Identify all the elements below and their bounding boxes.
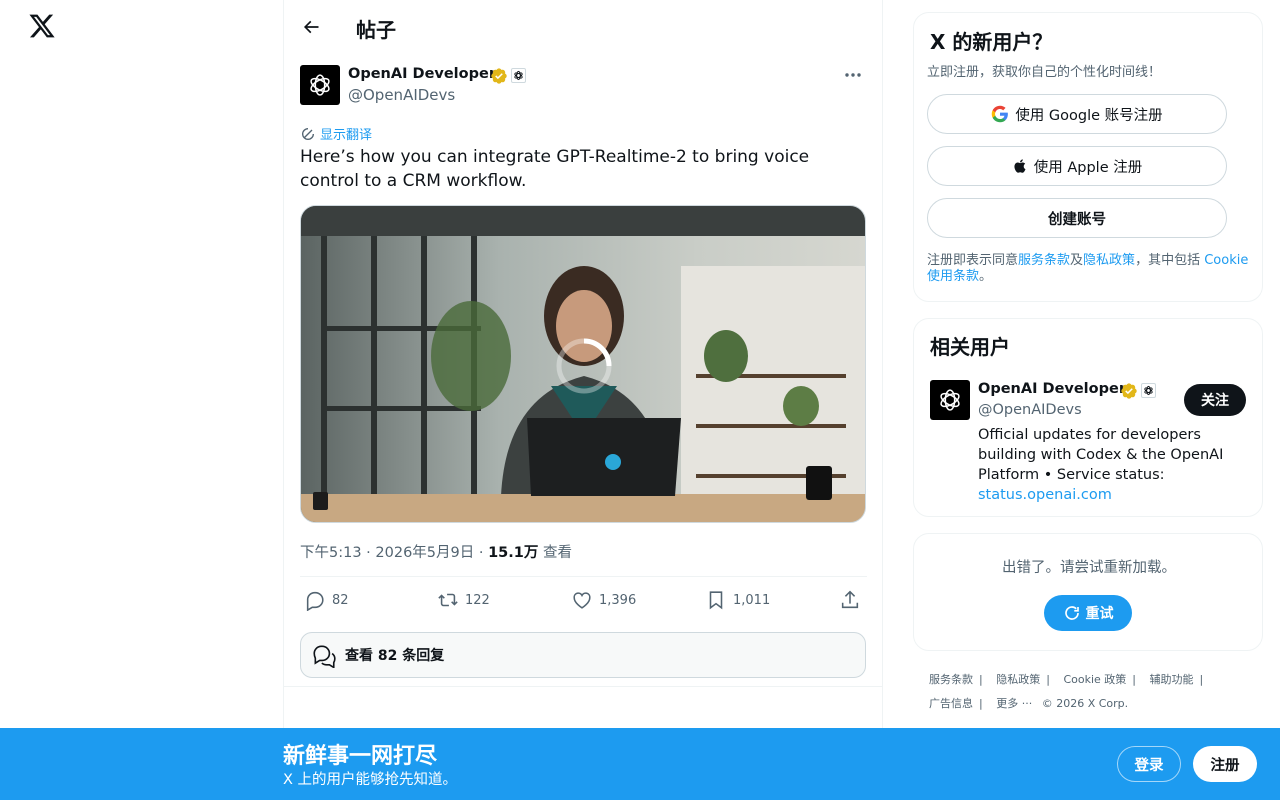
retry-label: 重试	[1085, 606, 1114, 622]
verified-badge-icon	[1120, 382, 1138, 404]
repost-button[interactable]: 122	[437, 589, 490, 611]
translate-label: 显示翻译	[320, 128, 373, 143]
google-signup-button[interactable]: 使用 Google 账号注册	[927, 94, 1227, 134]
terms-end: 。	[979, 269, 993, 284]
reply-count: 82	[332, 592, 349, 608]
footer-links: 服务条款 | 隐私政策 | Cookie 政策 | 辅助功能 | 广告信息 | 更多 ··…	[929, 673, 1204, 710]
login-button[interactable]: 登录	[1117, 746, 1181, 782]
signup-card: X 的新用户？ 立即注册，获取你自己的个性化时间线！ 使用 Google 账号注…	[913, 12, 1263, 302]
avatar[interactable]	[930, 380, 970, 420]
video-player[interactable]	[300, 205, 866, 523]
author-handle[interactable]: @OpenAIDevs	[348, 86, 455, 104]
google-signup-label: 使用 Google 账号注册	[1015, 107, 1163, 124]
signup-title: X 的新用户？	[930, 30, 1053, 54]
author-name[interactable]: OpenAI Developers	[348, 66, 505, 82]
footer-link-terms[interactable]: 服务条款	[929, 673, 973, 686]
page-title: 帖子	[356, 18, 396, 42]
google-icon	[992, 105, 1009, 123]
bottom-bar-subtitle: X 上的用户能够抢先知道。	[283, 772, 458, 788]
repost-icon	[438, 593, 458, 607]
post-time[interactable]: 下午5:13 · 2026年5月9日 ·	[300, 545, 488, 561]
share-button[interactable]	[839, 589, 861, 611]
related-user-handle[interactable]: @OpenAIDevs	[978, 402, 1082, 418]
action-bar: 82 122 1,396 1,011	[300, 585, 867, 617]
translate-link[interactable]: 显示翻译	[300, 124, 372, 143]
repost-count: 122	[465, 592, 490, 608]
more-options-icon[interactable]	[839, 65, 867, 85]
retry-button[interactable]: 重试	[1044, 595, 1132, 631]
share-icon	[841, 590, 859, 609]
follow-button[interactable]: 关注	[1184, 384, 1246, 416]
copyright: © 2026 X Corp.	[1041, 697, 1129, 710]
terms-prefix: 注册即表示同意	[927, 253, 1019, 268]
post-meta: 下午5:13 · 2026年5月9日 · 15.1万 查看	[300, 541, 572, 562]
divider	[284, 686, 882, 687]
footer-link-ads[interactable]: 广告信息	[929, 697, 973, 710]
divider	[300, 576, 867, 577]
left-sidebar	[0, 0, 284, 800]
avatar[interactable]	[300, 65, 340, 105]
terms-of-service-link[interactable]: 服务条款	[1018, 253, 1070, 268]
error-message: 出错了。请尝试重新加载。	[1002, 560, 1176, 576]
signup-button[interactable]: 注册	[1193, 746, 1257, 782]
bookmark-count: 1,011	[733, 592, 771, 608]
bottom-signup-bar: 新鲜事一网打尽 X 上的用户能够抢先知道。 登录 注册	[0, 728, 1280, 800]
terms-and: 及	[1070, 253, 1084, 268]
view-count: 15.1万	[488, 545, 539, 561]
reply-button[interactable]: 82	[304, 589, 349, 611]
bookmark-icon	[709, 591, 723, 610]
create-account-label: 创建账号	[1048, 211, 1106, 228]
apple-signup-button[interactable]: 使用 Apple 注册	[927, 146, 1227, 186]
video-frame	[301, 206, 865, 522]
view-label: 查看	[538, 545, 572, 561]
related-users-title: 相关用户	[930, 335, 1010, 359]
affiliate-badge-icon	[1141, 383, 1156, 398]
terms-mid: ，其中包括	[1135, 253, 1205, 268]
replies-icon	[313, 645, 336, 668]
view-replies-button[interactable]: 查看 82 条回复	[300, 632, 866, 678]
error-card: 出错了。请尝试重新加载。 重试	[913, 533, 1263, 651]
refresh-icon	[1064, 606, 1079, 620]
bio-text: Official updates for developers building…	[978, 427, 1224, 483]
reply-icon	[306, 591, 324, 611]
bottom-bar-title: 新鲜事一网打尽	[283, 744, 438, 769]
footer-link-cookie[interactable]: Cookie 政策	[1063, 673, 1126, 686]
back-arrow-icon[interactable]	[298, 14, 324, 40]
signup-terms: 注册即表示同意服务条款及隐私政策，其中包括 Cookie 使用条款。	[927, 253, 1252, 285]
affiliate-badge-icon	[511, 68, 526, 83]
main-column: 帖子 OpenAI Developers @OpenAIDevs 显示翻译 He…	[283, 0, 883, 800]
openai-logo-icon	[940, 389, 960, 411]
footer-link-more[interactable]: 更多 ···	[996, 697, 1032, 710]
create-account-button[interactable]: 创建账号	[927, 198, 1227, 238]
openai-logo-icon	[310, 74, 330, 96]
signup-subtitle: 立即注册，获取你自己的个性化时间线！	[927, 65, 1162, 80]
related-users-card: 相关用户 OpenAI Developers @OpenAIDevs 关注 Of…	[913, 318, 1263, 517]
related-user-bio: Official updates for developers building…	[978, 425, 1248, 505]
x-logo-icon[interactable]	[28, 12, 58, 42]
like-count: 1,396	[599, 592, 637, 608]
view-replies-label: 查看 82 条回复	[345, 648, 445, 664]
status-link[interactable]: status.openai.com	[978, 487, 1112, 503]
privacy-policy-link[interactable]: 隐私政策	[1083, 253, 1135, 268]
bookmark-button[interactable]: 1,011	[705, 589, 770, 611]
verified-badge-icon	[490, 67, 508, 89]
like-button[interactable]: 1,396	[571, 589, 636, 611]
heart-icon	[573, 592, 591, 609]
apple-icon	[1014, 159, 1026, 173]
footer-link-privacy[interactable]: 隐私政策	[996, 673, 1040, 686]
post-text: Here’s how you can integrate GPT-Realtim…	[300, 147, 810, 191]
translate-icon	[302, 127, 314, 140]
footer-link-accessibility[interactable]: 辅助功能	[1150, 673, 1194, 686]
page-header: 帖子	[284, 0, 882, 53]
apple-signup-label: 使用 Apple 注册	[1033, 159, 1143, 176]
related-user-name[interactable]: OpenAI Developers	[978, 381, 1135, 397]
